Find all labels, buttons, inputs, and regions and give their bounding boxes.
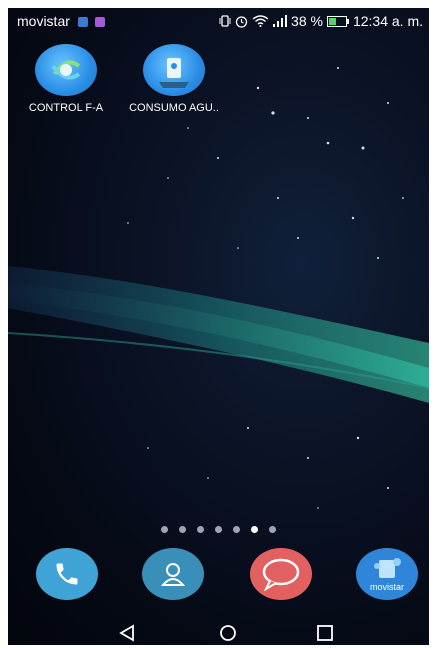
movistar-app-icon	[374, 558, 401, 578]
app-label: CONSUMO AGU..	[129, 102, 219, 114]
app-control-fa[interactable]: CONTROL F-A	[16, 44, 116, 114]
contacts-button[interactable]	[142, 548, 204, 600]
navigation-bar	[8, 620, 429, 645]
phone-button[interactable]	[36, 548, 98, 600]
vibrate-icon	[219, 15, 231, 27]
status-bar: movistar 38 % 12:34 a. m.	[8, 8, 429, 34]
notification-icon	[77, 17, 88, 28]
movistar-button[interactable]: movistar	[356, 548, 418, 600]
page-dot-active[interactable]	[251, 526, 258, 533]
control-fa-app-icon	[35, 44, 97, 96]
battery-icon	[326, 15, 349, 27]
movistar-label: movistar	[369, 582, 404, 592]
alarm-icon	[235, 15, 248, 28]
carrier-group: movistar	[17, 13, 105, 29]
clock: 12:34 a. m.	[352, 13, 423, 29]
messages-button[interactable]	[250, 548, 312, 600]
home-screen: movistar 38 % 12:34 a. m. CONTROL F-A CO…	[8, 8, 429, 645]
signal-icon	[273, 15, 288, 27]
recents-icon[interactable]	[315, 624, 335, 642]
app-consumo-agua[interactable]: CONSUMO AGU..	[124, 44, 224, 114]
status-icons: 38 % 12:34 a. m.	[219, 13, 423, 29]
messenger-notification-icon	[94, 17, 105, 28]
page-dot[interactable]	[161, 526, 168, 533]
page-indicator[interactable]	[8, 526, 429, 533]
app-label: CONTROL F-A	[28, 102, 104, 114]
battery-percent: 38 %	[291, 13, 323, 29]
consumo-agua-app-icon	[143, 44, 205, 96]
wifi-icon	[252, 15, 269, 27]
contact-icon	[160, 563, 186, 586]
phone-icon	[56, 563, 78, 585]
chat-bubble-icon	[262, 558, 300, 591]
page-dot[interactable]	[269, 526, 276, 533]
home-icon[interactable]	[218, 624, 238, 642]
page-dot[interactable]	[233, 526, 240, 533]
carrier-name: movistar	[17, 13, 70, 29]
back-icon[interactable]	[117, 624, 137, 642]
dock: movistar	[8, 548, 429, 610]
page-dot[interactable]	[215, 526, 222, 533]
page-dot[interactable]	[179, 526, 186, 533]
page-dot[interactable]	[197, 526, 204, 533]
